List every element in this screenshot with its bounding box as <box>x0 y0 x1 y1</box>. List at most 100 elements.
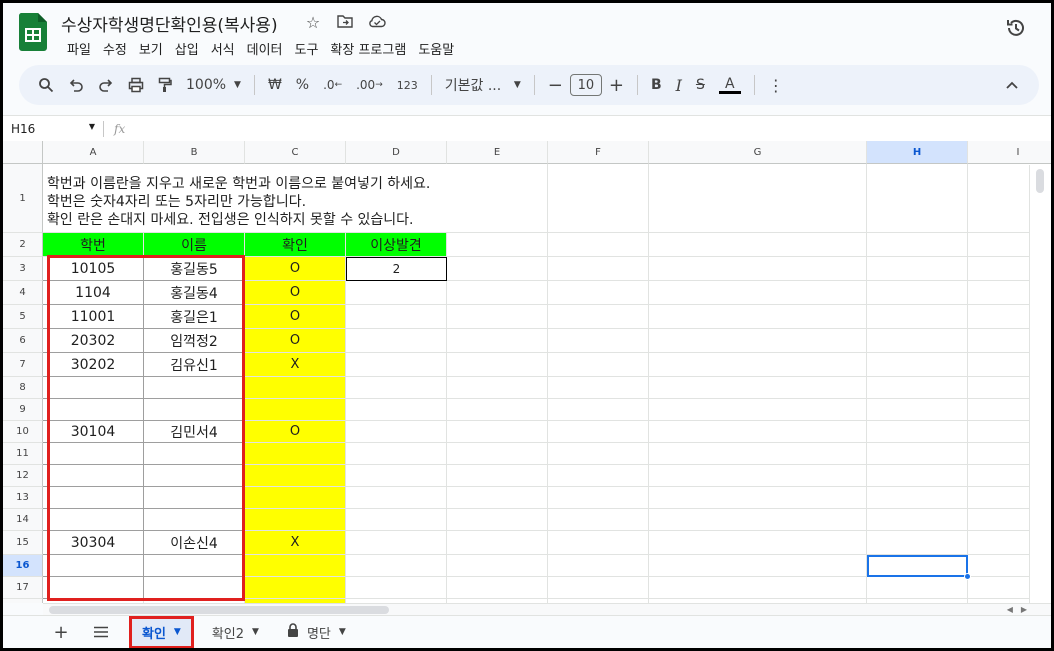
cell-a5[interactable]: 11001 <box>43 305 144 329</box>
sheet-tab-check[interactable]: 확인 ▼ <box>129 615 194 648</box>
percent-format-button[interactable]: % <box>289 71 316 99</box>
zoom-select[interactable]: 100% ▼ <box>179 71 248 99</box>
cell-h10[interactable] <box>867 421 968 443</box>
cell-f4[interactable] <box>548 281 649 305</box>
cell-e15[interactable] <box>447 531 548 555</box>
cell-e16[interactable] <box>447 555 548 577</box>
chevron-down-icon[interactable]: ▼ <box>252 627 259 637</box>
cell-f13[interactable] <box>548 487 649 509</box>
cell-f6[interactable] <box>548 329 649 353</box>
cell-e14[interactable] <box>447 509 548 531</box>
cell-c13[interactable] <box>245 487 346 509</box>
cell-a6[interactable]: 20302 <box>43 329 144 353</box>
cell-c17[interactable] <box>245 577 346 599</box>
cell-a16[interactable] <box>43 555 144 577</box>
row-header-8[interactable]: 8 <box>3 377 43 399</box>
cell-a14[interactable] <box>43 509 144 531</box>
horizontal-scroll-thumb[interactable] <box>49 606 389 614</box>
all-sheets-icon[interactable] <box>81 622 121 643</box>
font-size-increase-button[interactable]: + <box>602 71 631 99</box>
cell-e8[interactable] <box>447 377 548 399</box>
menu-insert[interactable]: 삽입 <box>169 37 205 60</box>
font-size-input[interactable]: 10 <box>569 74 602 96</box>
cell-a8[interactable] <box>43 377 144 399</box>
cell-g7[interactable] <box>649 353 867 377</box>
cell-h8[interactable] <box>867 377 968 399</box>
cell-c15[interactable]: X <box>245 531 346 555</box>
cell-e10[interactable] <box>447 421 548 443</box>
strikethrough-button[interactable]: S <box>689 71 712 99</box>
column-header-a[interactable]: A <box>43 141 144 164</box>
row-header-17[interactable]: 17 <box>3 577 43 599</box>
number-format-button[interactable]: 123 <box>390 71 425 99</box>
decrease-decimal-button[interactable]: .0 ← <box>316 71 349 99</box>
cell-b2[interactable]: 이름 <box>144 233 245 257</box>
document-title[interactable]: 수상자학생명단확인용(복사용) <box>61 11 278 36</box>
row-header-18[interactable]: 18 <box>3 599 43 603</box>
cell-c12[interactable] <box>245 465 346 487</box>
cell-b8[interactable] <box>144 377 245 399</box>
font-family-select[interactable]: 기본값 ... ▼ <box>438 71 528 99</box>
add-sheet-button[interactable]: + <box>41 622 81 643</box>
fill-handle[interactable] <box>964 573 971 580</box>
cell-b5[interactable]: 홍길은1 <box>144 305 245 329</box>
cell-c2[interactable]: 확인 <box>245 233 346 257</box>
cell-g16[interactable] <box>649 555 867 577</box>
cell-d8[interactable] <box>346 377 447 399</box>
cell-d13[interactable] <box>346 487 447 509</box>
cell-e1[interactable] <box>447 164 548 233</box>
menu-edit[interactable]: 수정 <box>97 37 133 60</box>
active-cell-selection[interactable] <box>867 555 968 577</box>
row-header-4[interactable]: 4 <box>3 281 43 305</box>
column-header-e[interactable]: E <box>447 141 548 164</box>
cell-c3[interactable]: O <box>245 257 346 281</box>
cell-h3[interactable] <box>867 257 968 281</box>
cell-a3[interactable]: 10105 <box>43 257 144 281</box>
paint-format-icon[interactable] <box>151 71 179 99</box>
column-header-b[interactable]: B <box>144 141 245 164</box>
scroll-left-icon[interactable]: ◀ <box>1007 605 1013 614</box>
print-icon[interactable] <box>121 71 151 99</box>
cell-f11[interactable] <box>548 443 649 465</box>
vertical-scrollbar[interactable] <box>1029 165 1051 603</box>
redo-icon[interactable] <box>91 71 121 99</box>
row-header-9[interactable]: 9 <box>3 399 43 421</box>
spreadsheet-grid[interactable]: A B C D E F G H I 1 2 학번 이름 확인 이상발견 3 10105 홍길동5 O 2 4 1104 홍길… <box>3 141 1051 603</box>
cell-e3[interactable] <box>447 257 548 281</box>
cell-f17[interactable] <box>548 577 649 599</box>
cell-c14[interactable] <box>245 509 346 531</box>
cell-h2[interactable] <box>867 233 968 257</box>
cell-b10[interactable]: 김민서4 <box>144 421 245 443</box>
cell-b4[interactable]: 홍길동4 <box>144 281 245 305</box>
vertical-scroll-thumb[interactable] <box>1036 169 1044 193</box>
column-header-h[interactable]: H <box>867 141 968 164</box>
cell-d15[interactable] <box>346 531 447 555</box>
cell-g11[interactable] <box>649 443 867 465</box>
menu-view[interactable]: 보기 <box>133 37 169 60</box>
increase-decimal-button[interactable]: .00 → <box>349 71 390 99</box>
cell-b17[interactable] <box>144 577 245 599</box>
cell-e2[interactable] <box>447 233 548 257</box>
cell-a11[interactable] <box>43 443 144 465</box>
cell-h11[interactable] <box>867 443 968 465</box>
cell-g6[interactable] <box>649 329 867 353</box>
cell-c16[interactable] <box>245 555 346 577</box>
row-header-15[interactable]: 15 <box>3 531 43 555</box>
cell-g13[interactable] <box>649 487 867 509</box>
move-folder-icon[interactable] <box>335 13 355 32</box>
cell-g3[interactable] <box>649 257 867 281</box>
cell-c6[interactable]: O <box>245 329 346 353</box>
cell-g15[interactable] <box>649 531 867 555</box>
row-header-7[interactable]: 7 <box>3 353 43 377</box>
cell-a7[interactable]: 30202 <box>43 353 144 377</box>
cell-c9[interactable] <box>245 399 346 421</box>
cell-e11[interactable] <box>447 443 548 465</box>
cell-b15[interactable]: 이손신4 <box>144 531 245 555</box>
chevron-down-icon[interactable]: ▼ <box>339 627 346 637</box>
cell-h5[interactable] <box>867 305 968 329</box>
cell-f9[interactable] <box>548 399 649 421</box>
cell-e17[interactable] <box>447 577 548 599</box>
cell-f2[interactable] <box>548 233 649 257</box>
cell-f8[interactable] <box>548 377 649 399</box>
select-all-corner[interactable] <box>3 141 43 164</box>
